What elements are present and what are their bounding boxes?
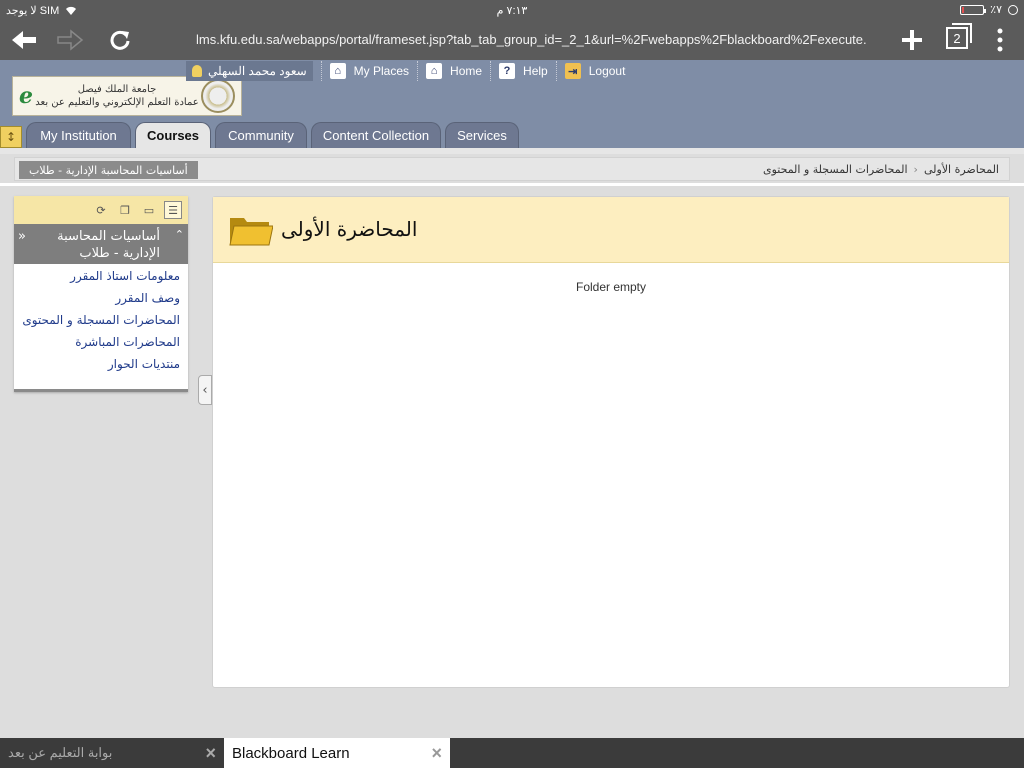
rotation-lock-icon — [1008, 4, 1018, 15]
url-bar[interactable]: lms.kfu.edu.sa/webapps/portal/frameset.j… — [196, 32, 866, 47]
breadcrumb-item-parent[interactable]: المحاضرات المسجلة و المحتوى — [763, 163, 908, 176]
places-icon: ⌂ — [329, 63, 346, 79]
tab-my-institution[interactable]: My Institution — [26, 122, 131, 148]
battery-fill — [962, 6, 965, 13]
logo-line-1: جامعة الملك فيصل — [77, 84, 157, 95]
logout-link[interactable]: ⇥ Logout — [555, 61, 634, 81]
reload-button[interactable] — [102, 24, 138, 56]
empty-folder-message: Folder empty — [575, 280, 647, 294]
help-label: Help — [523, 64, 548, 78]
course-menu-toolbar: ⟳ ❐ ▭ ☰ — [14, 196, 188, 224]
home-link[interactable]: ⌂ Home — [417, 61, 490, 81]
battery-percent: ٪٧ — [990, 4, 1002, 16]
chevron-left-icon: ‹ — [202, 382, 208, 398]
content-area: المحاضرة الأولى Folder empty — [212, 196, 1010, 688]
user-icon — [192, 65, 202, 77]
breadcrumb-course[interactable]: أساسيات المحاسبة الإدارية - طلاب — [19, 161, 198, 179]
more-vertical-icon — [997, 28, 1003, 52]
content-header: المحاضرة الأولى — [213, 197, 1009, 263]
user-name-badge[interactable]: سعود محمد السهلي — [186, 61, 313, 81]
browser-tab-blackboard[interactable]: Blackboard Learn × — [224, 738, 450, 768]
list-view-icon[interactable]: ☰ — [164, 201, 182, 219]
expand-all-icon[interactable]: ⌃ — [175, 226, 184, 243]
logout-icon: ⇥ — [564, 63, 581, 79]
course-menu-title: أساسيات المحاسبة الإدارية - طلاب — [57, 229, 160, 261]
browser-tab-bar: بوابة التعليم عن بعد × Blackboard Learn … — [0, 738, 1024, 768]
back-button[interactable] — [6, 24, 42, 56]
folder-icon — [229, 218, 273, 246]
browser-tab-label: بوابة التعليم عن بعد — [8, 745, 113, 760]
tab-community[interactable]: Community — [215, 122, 307, 148]
user-bar: سعود محمد السهلي ⌂ My Places ⌂ Home ? He… — [186, 60, 633, 82]
home-label: Home — [450, 64, 483, 78]
browser-tab-label: Blackboard Learn — [232, 744, 350, 762]
browser-tab-distance-portal[interactable]: بوابة التعليم عن بعد × — [0, 738, 224, 768]
university-seal-icon — [201, 79, 235, 113]
browser-chrome: لا يوجد SIM ٧:١٣ م ٪٧ lms.kfu.edu.sa/web… — [0, 0, 1024, 60]
status-bar: لا يوجد SIM ٧:١٣ م ٪٧ — [0, 0, 1024, 20]
my-places-link[interactable]: ⌂ My Places — [320, 61, 417, 81]
tab-courses[interactable]: Courses — [135, 122, 211, 148]
menu-item-recorded-lectures[interactable]: المحاضرات المسجلة و المحتوى — [22, 310, 180, 332]
menu-item-discussion-forums[interactable]: منتديات الحوار — [22, 354, 180, 376]
page-title: المحاضرة الأولى — [281, 217, 418, 241]
logo-text: جامعة الملك فيصل عمادة التعلم الإلكتروني… — [33, 83, 201, 109]
menu-button[interactable] — [982, 24, 1018, 56]
new-tab-button[interactable] — [894, 24, 930, 56]
help-icon: ? — [499, 63, 516, 79]
home-icon: ⌂ — [426, 63, 443, 79]
university-logo[interactable]: e جامعة الملك فيصل عمادة التعلم الإلكترو… — [12, 76, 242, 116]
folder-view-icon[interactable]: ▭ — [140, 201, 158, 219]
close-tab-icon[interactable]: × — [205, 743, 216, 764]
help-link[interactable]: ? Help — [490, 61, 556, 81]
plus-icon — [902, 30, 922, 50]
forward-arrow-icon — [57, 29, 84, 51]
close-tab-icon[interactable]: × — [431, 743, 442, 764]
site-header: e جامعة الملك فيصل عمادة التعلم الإلكترو… — [0, 60, 1024, 148]
breadcrumb: المحاضرة الأولى ‹ المحاضرات المسجلة و ال… — [14, 157, 1010, 181]
e-logo-mark: e — [19, 83, 33, 109]
user-name: سعود محمد السهلي — [208, 64, 307, 78]
logo-line-2: عمادة التعلم الإلكتروني والتعليم عن بعد — [35, 97, 199, 108]
course-menu-list: معلومات استاذ المقرر وصف المقرر المحاضرا… — [14, 264, 188, 376]
refresh-icon[interactable]: ⟳ — [92, 201, 110, 219]
reload-icon — [110, 30, 130, 50]
my-places-label: My Places — [353, 64, 410, 78]
course-menu-header[interactable]: « أساسيات المحاسبة الإدارية - طلاب ⌃ — [14, 224, 188, 264]
divider — [0, 183, 1024, 186]
expand-header-icon[interactable]: ↕ — [0, 126, 22, 148]
breadcrumb-item-current: المحاضرة الأولى — [923, 162, 999, 176]
tabs-button[interactable]: 2 — [946, 23, 972, 49]
breadcrumb-separator: ‹ — [913, 162, 918, 176]
menu-item-course-description[interactable]: وصف المقرر — [22, 288, 180, 310]
battery-icon — [960, 4, 987, 15]
window-view-icon[interactable]: ❐ — [116, 201, 134, 219]
tab-strip-underline — [0, 148, 1024, 154]
menu-item-instructor-info[interactable]: معلومات استاذ المقرر — [22, 266, 180, 288]
course-menu: ⟳ ❐ ▭ ☰ « أساسيات المحاسبة الإدارية - طل… — [14, 196, 188, 392]
forward-button[interactable] — [52, 24, 88, 56]
collapse-menu-icon[interactable]: « — [18, 228, 26, 245]
menu-collapse-handle[interactable]: ‹ — [198, 375, 212, 405]
tab-services[interactable]: Services — [445, 122, 519, 148]
tab-content-collection[interactable]: Content Collection — [311, 122, 441, 148]
menu-item-live-lectures[interactable]: المحاضرات المباشرة — [22, 332, 180, 354]
back-arrow-icon — [12, 31, 36, 49]
browser-toolbar: lms.kfu.edu.sa/webapps/portal/frameset.j… — [0, 20, 1024, 60]
status-time: ٧:١٣ م — [496, 5, 528, 17]
logout-label: Logout — [588, 64, 626, 78]
main-tabs: ↕ My Institution Courses Community Conte… — [0, 122, 1024, 148]
